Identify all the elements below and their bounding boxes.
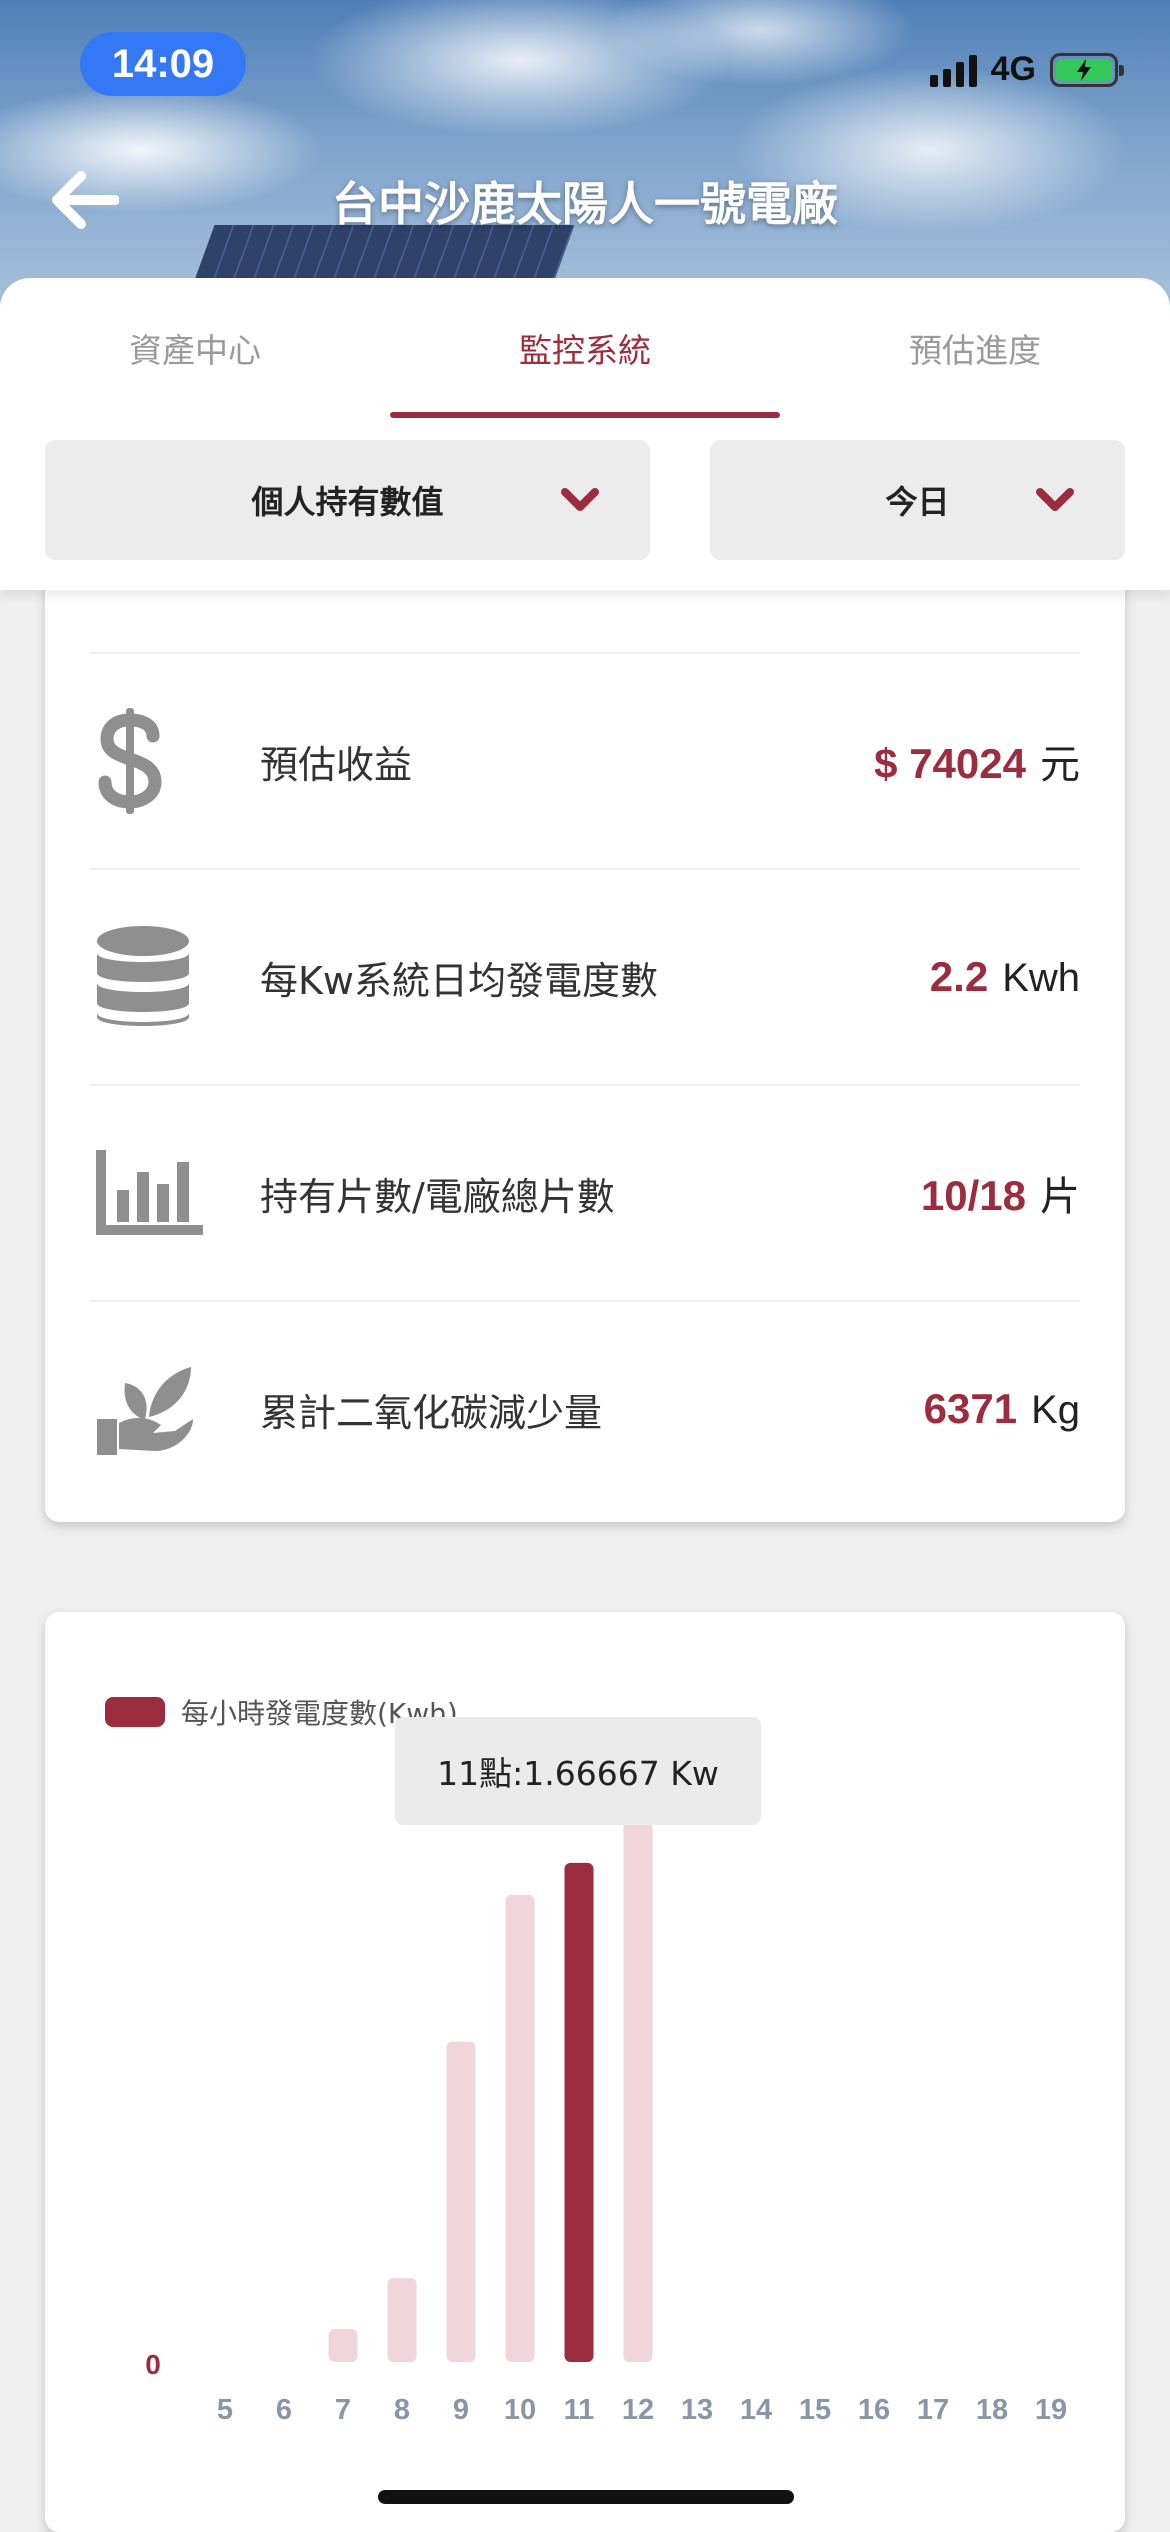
bar-hour-11[interactable] [564,1862,594,2362]
plant-hand-icon [97,1367,193,1455]
bar-hour-7[interactable] [328,2329,358,2362]
chart-card: 每小時發電度數(Kwh) 11點:1.66667 Kw 0 5 6 7 8 9 10 11 12… [45,1612,1125,2532]
stat-value: 6371 Kg [923,1385,1080,1432]
stat-row-daily-generation: 每Kw系統日均發電度數 2.2 Kwh [90,868,1080,1084]
bar-hour-12[interactable] [623,1817,653,2362]
stat-label: 累計二氧化碳減少量 [260,1390,603,1435]
tab-progress[interactable]: 預估進度 [780,278,1170,418]
filter-bar: 個人持有數值 今日 [45,440,1125,560]
stat-label: 預估收益 [260,742,413,787]
tab-bar: 資產中心 監控系統 預估進度 [0,278,1170,418]
x-tick-label: 13 [681,2394,713,2426]
dollar-icon [98,708,162,814]
stat-row-panel-count: 持有片數/電廠總片數 10/18 片 [90,1084,1080,1300]
bar-hour-9[interactable] [446,2041,476,2362]
stat-row-revenue: 預估收益 $ 74024 元 [90,652,1080,868]
data-type-value: 個人持有數值 [251,483,444,521]
data-type-dropdown[interactable]: 個人持有數值 [45,440,650,560]
bar-chart-icon [96,1150,203,1235]
tab-sheet: 資產中心 監控系統 預估進度 個人持有數值 今日 [0,278,1170,590]
x-tick-label: 12 [622,2394,654,2426]
x-tick-label: 9 [453,2394,469,2426]
chevron-down-icon [561,488,599,511]
x-tick-label: 18 [976,2394,1008,2426]
period-dropdown[interactable]: 今日 [710,440,1125,560]
x-tick-label: 17 [917,2394,949,2426]
stat-value: 10/18 片 [920,1172,1080,1219]
status-indicators: 4G [929,50,1124,89]
database-icon [97,926,189,1026]
x-tick-label: 7 [335,2394,351,2426]
stat-label: 每Kw系統日均發電度數 [260,958,658,1003]
stat-row-co2: 累計二氧化碳減少量 6371 Kg [90,1300,1080,1516]
battery-icon [1050,52,1124,87]
x-tick-label: 5 [217,2394,233,2426]
x-tick-label: 8 [394,2394,410,2426]
chevron-down-icon [1036,488,1074,511]
period-value: 今日 [885,483,950,521]
chart-tooltip: 11點:1.66667 Kw [395,1717,761,1825]
stat-value: $ 74024 元 [874,740,1080,787]
bar-hour-10[interactable] [505,1894,535,2362]
x-tick-label: 19 [1035,2394,1067,2426]
bar-hour-8[interactable] [387,2278,417,2362]
stat-label: 持有片數/電廠總片數 [260,1174,615,1219]
y-tick-label: 0 [145,2349,161,2380]
signal-icon [929,53,977,87]
x-tick-label: 16 [858,2394,890,2426]
tab-monitoring[interactable]: 監控系統 [390,278,780,418]
home-indicator [378,2490,794,2504]
stats-card: 預估收益 $ 74024 元 每Kw系統日均發電度數 2.2 Kwh 持有片數/… [45,520,1125,1522]
x-tick-label: 6 [276,2394,292,2426]
x-tick-label: 11 [564,2394,595,2426]
status-time: 14:09 [80,32,246,96]
network-type: 4G [990,50,1036,88]
stat-value: 2.2 Kwh [929,953,1080,1000]
x-tick-label: 10 [504,2394,536,2426]
x-tick-label: 15 [799,2394,831,2426]
tab-asset-center[interactable]: 資產中心 [0,278,390,418]
x-tick-label: 14 [740,2394,772,2426]
page-title: 台中沙鹿太陽人一號電廠 [332,177,838,231]
